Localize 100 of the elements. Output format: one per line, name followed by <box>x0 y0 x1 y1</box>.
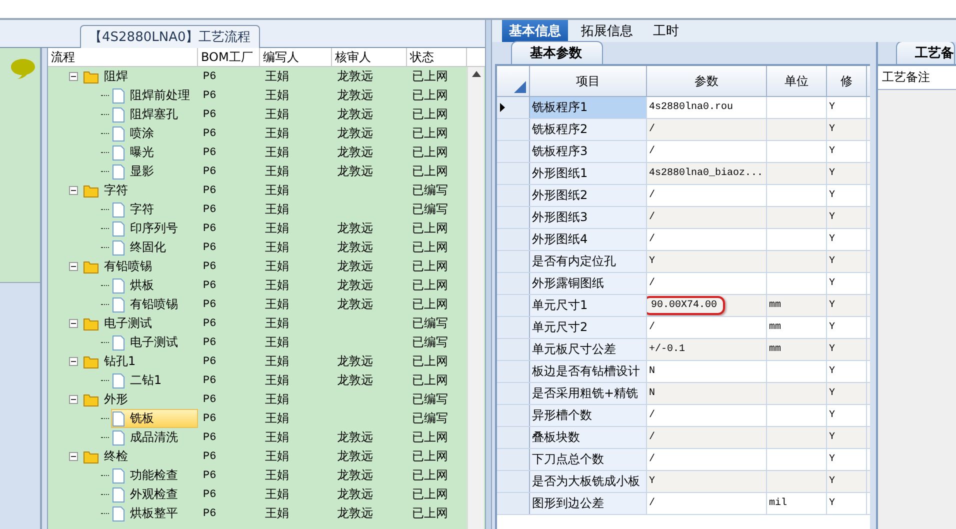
item-cell: 下刀点总个数 <box>530 449 647 470</box>
writer-cell-text: 王娟 <box>264 448 290 465</box>
column-header[interactable]: 编写人 <box>260 48 332 66</box>
collapse-icon[interactable] <box>69 395 78 404</box>
status-cell-text: 已上网 <box>411 125 449 142</box>
splitter[interactable] <box>485 20 492 529</box>
item-cell: 是否有内定位孔 <box>530 251 647 272</box>
reviewer-cell-text: 龙敦远 <box>336 258 374 275</box>
collapse-icon[interactable] <box>69 72 78 81</box>
column-header[interactable]: 状态 <box>407 48 467 66</box>
column-header[interactable]: 参数 <box>647 66 767 96</box>
collapse-icon[interactable] <box>69 357 78 366</box>
tree-row[interactable]: 钻孔1 <box>82 352 198 371</box>
tree-row[interactable]: 字符 <box>82 181 198 200</box>
scrollbar[interactable] <box>467 67 484 529</box>
column-header[interactable]: 修 <box>827 66 867 96</box>
tree-row[interactable]: 显影 <box>111 162 198 181</box>
item-cell: 板边是否有钻槽设计 <box>530 361 647 382</box>
tree-row[interactable]: 印序列号 <box>111 219 198 238</box>
notes-area[interactable] <box>878 90 956 529</box>
collapse-icon[interactable] <box>69 319 78 328</box>
reviewer-cell-text: 龙敦远 <box>336 448 374 465</box>
tree-row[interactable]: 阻焊塞孔 <box>111 105 198 124</box>
writer-cell-text: 王娟 <box>264 505 290 522</box>
bom-cell-text: P6 <box>202 166 218 178</box>
tree-row[interactable]: 阻焊 <box>82 67 198 86</box>
modify-cell: Y <box>827 273 867 294</box>
tree-row[interactable]: 终检 <box>82 447 198 466</box>
writer-cell-text: 王娟 <box>264 467 290 484</box>
tree-row[interactable]: 烘板整平 <box>111 504 198 523</box>
column-header[interactable]: 项目 <box>530 66 647 96</box>
tree-row[interactable]: 喷涂 <box>111 124 198 143</box>
tab[interactable]: 工时 <box>646 20 686 42</box>
bom-cell-text: P6 <box>202 260 218 272</box>
param-cell: / <box>647 141 767 162</box>
writer-cell-text: 王娟 <box>264 315 290 332</box>
tree-row[interactable]: 功能检查 <box>111 466 198 485</box>
row-header[interactable] <box>497 97 530 118</box>
document-icon <box>112 106 125 122</box>
tree-row[interactable]: 有铅喷锡 <box>111 295 198 314</box>
reviewer-cell-text: 龙敦远 <box>336 486 374 503</box>
tree-row[interactable]: 外观检查 <box>111 485 198 504</box>
scroll-up-icon[interactable] <box>472 71 480 77</box>
writer-cell-text: 王娟 <box>264 296 290 313</box>
tree-row[interactable]: 有铅喷锡 <box>82 257 198 276</box>
node-label: 终检 <box>104 448 128 465</box>
tree-row[interactable]: 阻焊前处理 <box>111 86 198 105</box>
tree-row[interactable]: 外形 <box>82 390 198 409</box>
modify-cell: Y <box>827 119 867 140</box>
param-cell: 90.00X74.00 <box>647 295 767 316</box>
node-label: 终固化 <box>130 239 166 256</box>
status-cell-text: 已编写 <box>411 334 449 351</box>
node-label: 字符 <box>104 182 128 199</box>
folder-icon <box>83 70 99 84</box>
item-cell: 外形露铜图纸 <box>530 273 647 294</box>
tree-row[interactable]: 铣板 <box>111 409 198 428</box>
reviewer-cell-text: 龙敦远 <box>336 505 374 522</box>
sub-tab[interactable]: 工艺备 <box>896 42 955 64</box>
tree-row[interactable]: 终固化 <box>111 238 198 257</box>
column-header[interactable]: 核审人 <box>332 48 407 66</box>
tab[interactable]: 基本信息 <box>502 20 568 42</box>
column-header[interactable]: BOM工厂 <box>198 48 260 66</box>
node-label: 电子测试 <box>130 334 178 351</box>
modify-cell: Y <box>827 449 867 470</box>
column-header[interactable]: 流程 <box>48 48 198 66</box>
speech-bubble-icon[interactable] <box>10 58 36 80</box>
node-label: 阻焊塞孔 <box>130 106 178 123</box>
writer-cell-text: 王娟 <box>264 68 290 85</box>
tree-row[interactable]: 曝光 <box>111 143 198 162</box>
param-cell: / <box>647 427 767 448</box>
writer-cell-text: 王娟 <box>264 353 290 370</box>
collapse-icon[interactable] <box>69 186 78 195</box>
collapse-icon[interactable] <box>69 452 78 461</box>
bom-cell-text: P6 <box>202 146 218 158</box>
column-header[interactable]: 单位 <box>767 66 827 96</box>
sub-tab[interactable]: 基本参数 <box>511 41 603 64</box>
writer-cell-text: 王娟 <box>264 125 290 142</box>
bom-cell-text: P6 <box>202 298 218 310</box>
bom-cell-text: P6 <box>202 108 218 120</box>
tree-row[interactable]: 成品清洗 <box>111 428 198 447</box>
node-label: 成品清洗 <box>130 429 178 446</box>
tree-row[interactable]: 烘板 <box>111 276 198 295</box>
status-cell-text: 已上网 <box>411 87 449 104</box>
tree-row[interactable]: 电子测试 <box>111 333 198 352</box>
tab[interactable]: 拓展信息 <box>574 20 640 42</box>
collapse-icon[interactable] <box>69 262 78 271</box>
folder-icon <box>83 392 99 406</box>
modify-cell: Y <box>827 185 867 206</box>
bom-cell-text: P6 <box>202 470 218 482</box>
tree-row[interactable]: 电子测试 <box>82 314 198 333</box>
document-icon <box>112 468 125 484</box>
modify-cell: Y <box>827 207 867 228</box>
node-label: 二钻1 <box>130 372 162 389</box>
tree-row[interactable]: 字符 <box>111 200 198 219</box>
tree-row[interactable]: 二钻1 <box>111 371 198 390</box>
reviewer-cell-text: 龙敦远 <box>336 144 374 161</box>
document-icon <box>112 278 125 294</box>
status-cell-text: 已上网 <box>411 258 449 275</box>
bom-cell-text: P6 <box>202 280 218 292</box>
node-label: 烘板 <box>130 277 154 294</box>
